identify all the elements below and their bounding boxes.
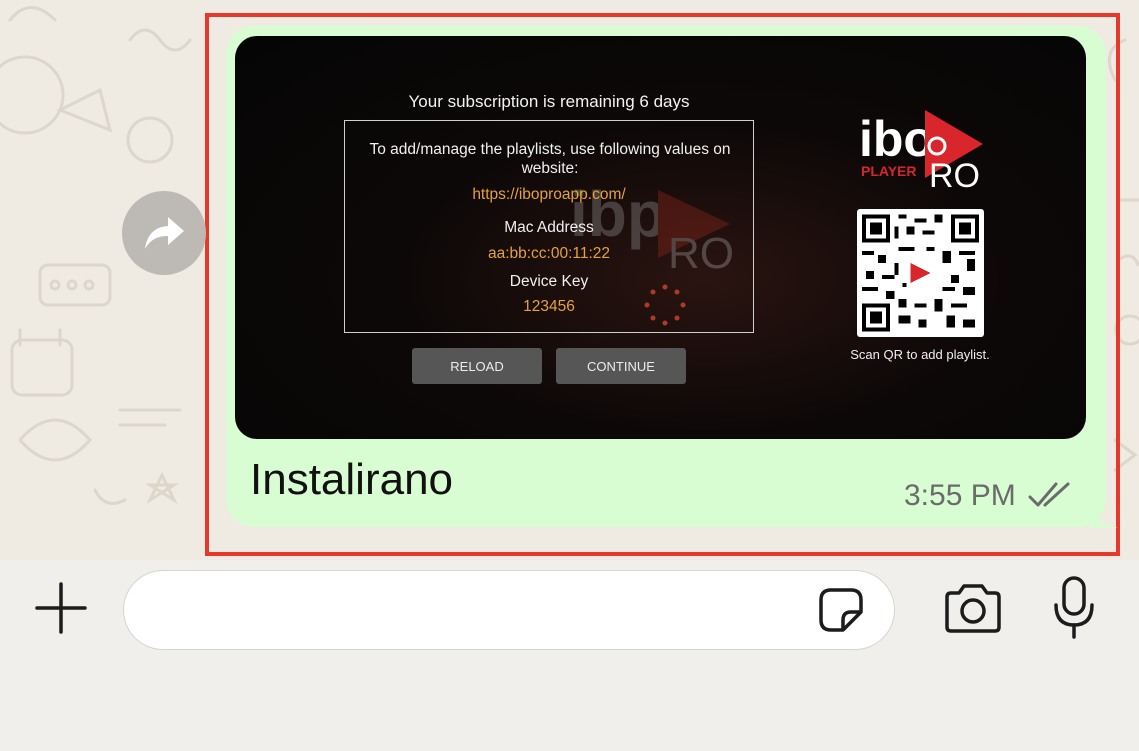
- double-check-read-icon: [1028, 482, 1070, 507]
- bubble-tail: [1090, 500, 1118, 528]
- message-input[interactable]: [144, 585, 794, 635]
- message-input-container: [123, 570, 895, 650]
- ibo-player-pro-logo: ibo PLAYER RO: [859, 110, 983, 188]
- device-key-label: Device Key: [509, 273, 589, 290]
- continue-button: CONTINUE: [556, 348, 686, 384]
- plus-icon[interactable]: [33, 580, 89, 636]
- image-attachment[interactable]: Your subscription is remaining 6 days ib…: [235, 36, 1086, 439]
- forward-arrow-icon: [145, 217, 184, 249]
- message-time: 3:55 PM: [904, 479, 1016, 512]
- device-key-value: 123456: [523, 298, 575, 315]
- camera-icon[interactable]: [941, 583, 1005, 635]
- qr-caption: Scan QR to add playlist.: [850, 347, 990, 362]
- forward-button[interactable]: [122, 191, 206, 275]
- mac-address-label: Mac Address: [504, 219, 594, 236]
- mac-address-value: aa:bb:cc:00:11:22: [487, 245, 611, 262]
- playlist-info-box: ibp RO To add/manage the playlists, use …: [344, 120, 754, 333]
- logo-text-pro: RO: [929, 157, 980, 188]
- playlist-instructions: To add/manage the playlists, use followi…: [369, 141, 731, 177]
- website-url: https://iboproapp.com/: [472, 186, 626, 203]
- subscription-text: Your subscription is remaining 6 days: [408, 92, 690, 111]
- reload-button: RELOAD: [412, 348, 542, 384]
- message-caption: Instalirano: [250, 455, 454, 504]
- microphone-icon[interactable]: [1050, 575, 1098, 641]
- qr-code: [857, 209, 984, 337]
- logo-text-player: PLAYER: [861, 163, 917, 179]
- logo-text-main: ibo: [859, 111, 934, 167]
- sticker-icon[interactable]: [815, 584, 867, 636]
